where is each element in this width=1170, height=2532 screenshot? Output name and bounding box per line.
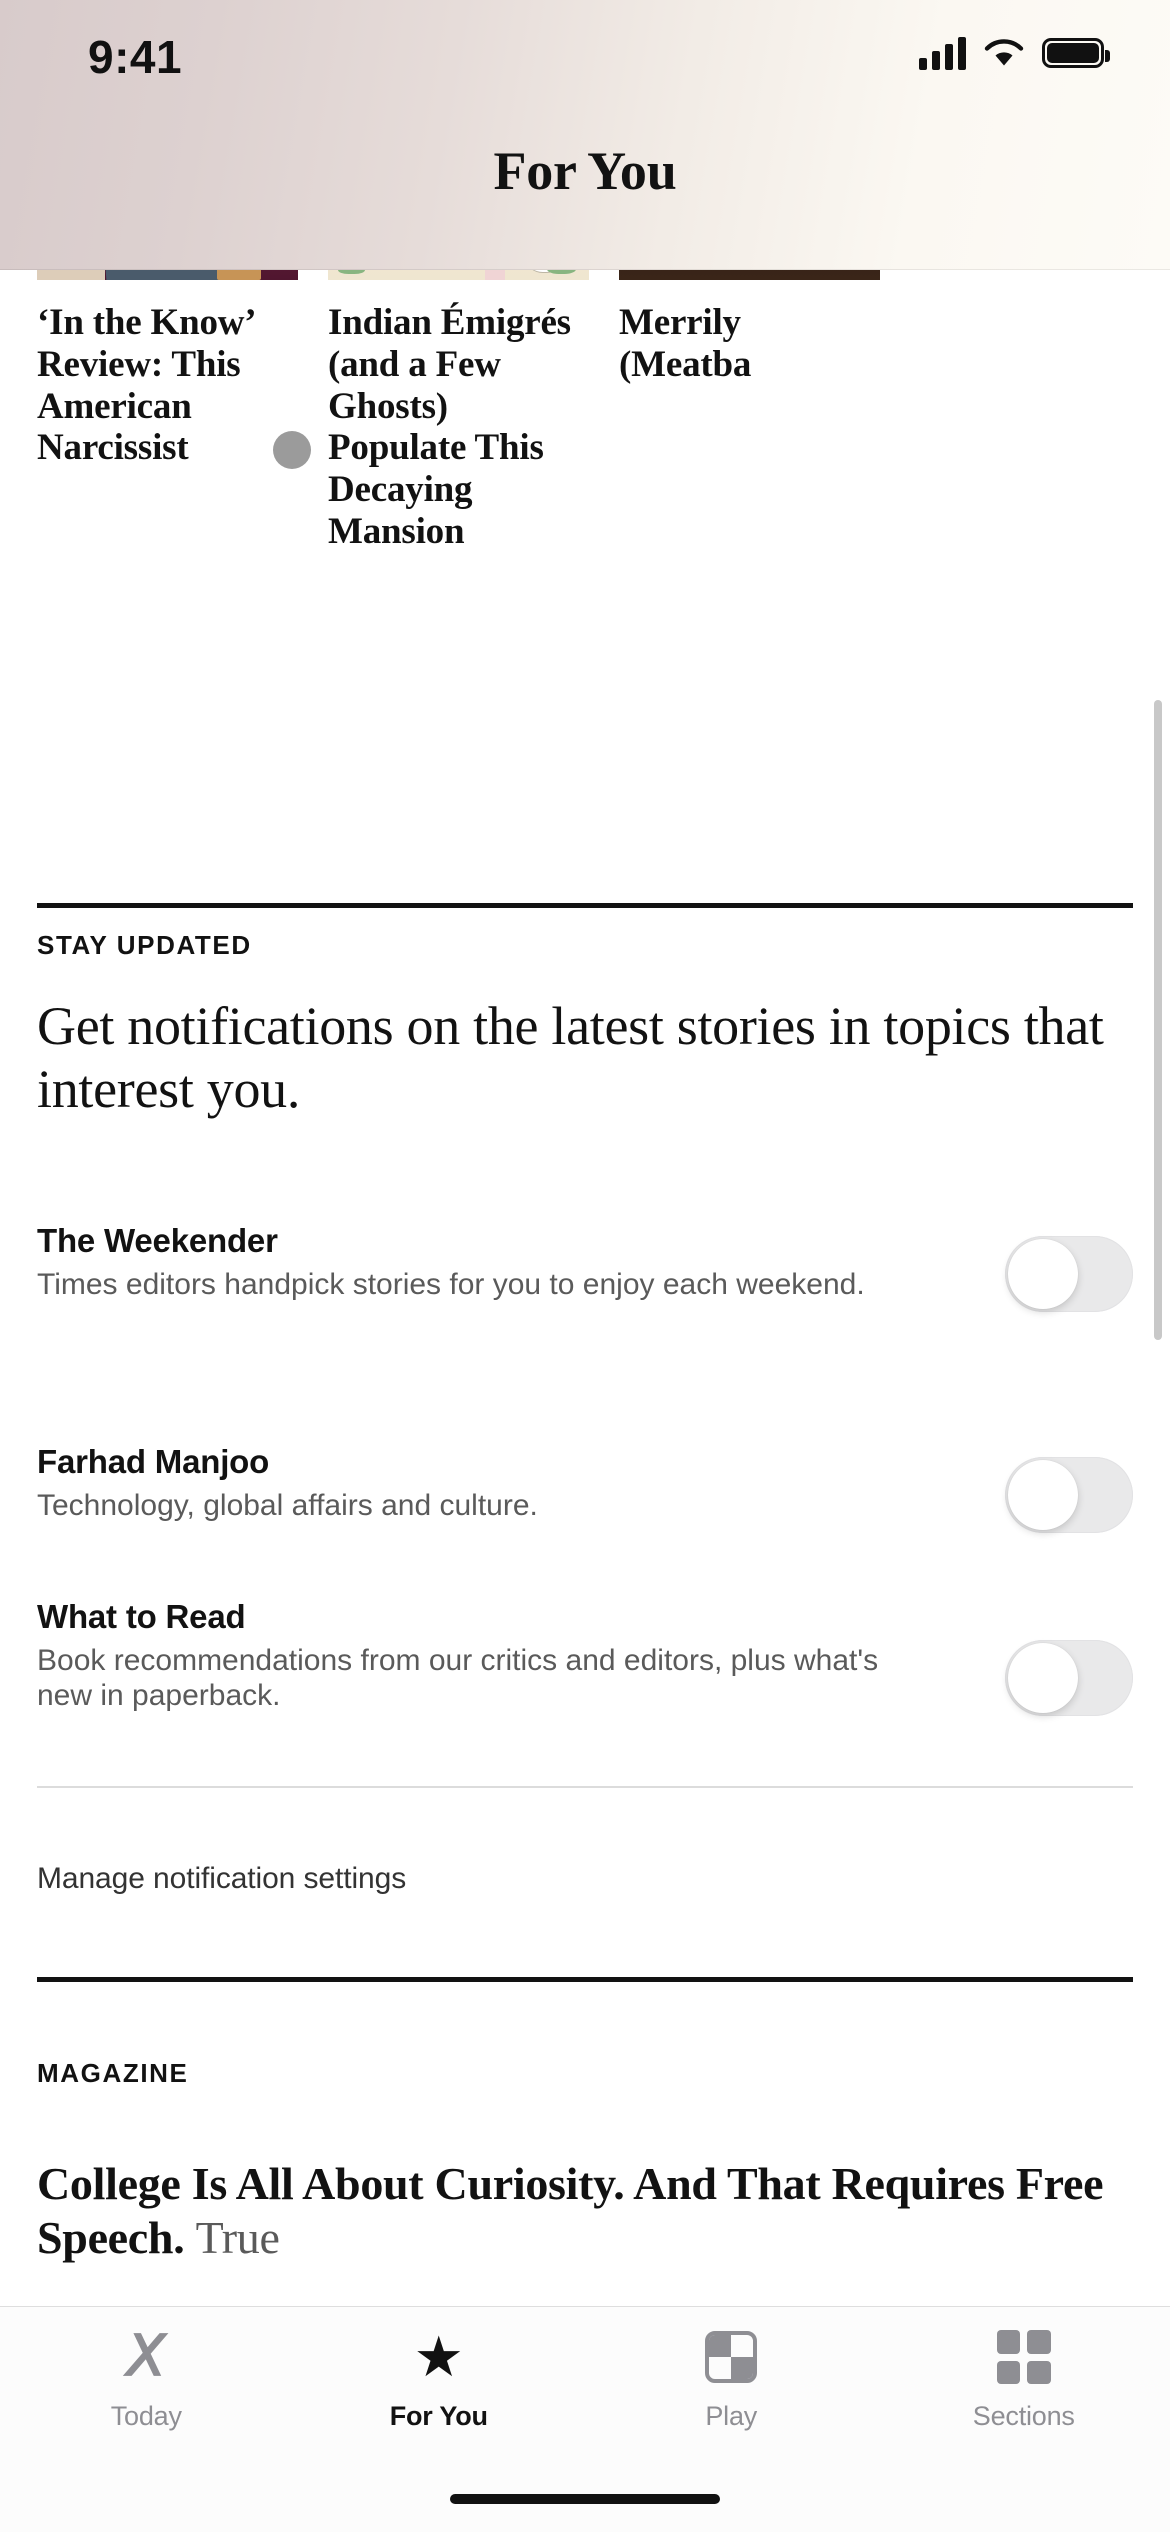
battery-icon (1042, 38, 1110, 68)
play-games-icon (705, 2327, 758, 2387)
newsletter-toggle-what-to-read[interactable] (1005, 1640, 1133, 1716)
bottom-tab-bar[interactable]: 𝘟 Today ★ For You Play Sections (0, 2306, 1170, 2532)
newsletter-row-weekender[interactable]: The Weekender Times editors handpick sto… (37, 1222, 1133, 1312)
stay-updated-headline: Get notifications on the latest stories … (37, 996, 1104, 1119)
vertical-scrollbar[interactable] (1154, 700, 1162, 1340)
story-card-title: Merrily (Meatba (619, 302, 752, 385)
tab-today[interactable]: 𝘟 Today (0, 2327, 293, 2432)
scrollable-content[interactable]: ‘In the Know’ Review: This American Narc… (0, 0, 1170, 2532)
newsletter-list-divider (37, 1786, 1133, 1788)
tab-for-you[interactable]: ★ For You (293, 2327, 586, 2432)
story-card-title: Indian Émigrés (and a Few Ghosts) Popula… (328, 302, 571, 552)
section-divider-magazine (37, 1977, 1133, 1982)
newsletter-description: Technology, global affairs and culture. (37, 1489, 538, 1522)
loading-indicator-dot (273, 431, 311, 469)
newsletter-row-what-to-read[interactable]: What to Read Book recommendations from o… (37, 1598, 1133, 1716)
newsletter-toggle-weekender[interactable] (1005, 1236, 1133, 1312)
nyt-t-logo-icon: 𝘟 (127, 2325, 166, 2388)
tab-sections[interactable]: Sections (878, 2327, 1170, 2432)
magazine-kicker: MAGAZINE (37, 2058, 189, 2088)
toggle-knob (1008, 1460, 1078, 1530)
status-bar-clock: 9:41 (88, 31, 183, 83)
stay-updated-kicker: STAY UPDATED (37, 930, 252, 960)
home-indicator (450, 2494, 720, 2504)
newsletter-row-farhad-manjoo[interactable]: Farhad Manjoo Technology, global affairs… (37, 1443, 1133, 1533)
manage-notification-settings-link[interactable]: Manage notification settings (37, 1862, 406, 1896)
grid-squares-icon (996, 2327, 1051, 2387)
tab-label-for-you: For You (389, 2401, 488, 2431)
magazine-headline[interactable]: College Is All About Curiosity. And That… (37, 2157, 1147, 2265)
page-title: For You (493, 141, 677, 201)
status-bar: 9:41 (0, 0, 1170, 110)
star-icon: ★ (413, 2324, 464, 2388)
wifi-icon (984, 39, 1024, 66)
newsletter-description: Times editors handpick stories for you t… (37, 1268, 865, 1301)
section-divider-top (37, 903, 1133, 908)
nyt-app-screen: ‘In the Know’ Review: This American Narc… (0, 0, 1170, 2532)
tab-play[interactable]: Play (585, 2327, 878, 2432)
newsletter-description: Book recommendations from our critics an… (37, 1644, 879, 1713)
signal-bars-icon (919, 36, 966, 70)
newsletter-name: What to Read (37, 1598, 246, 1635)
magazine-headline-trailing: True (195, 2211, 280, 2263)
newsletter-name: Farhad Manjoo (37, 1443, 270, 1480)
status-bar-icons (919, 36, 1110, 70)
tab-label-sections: Sections (972, 2401, 1075, 2431)
tab-label-play: Play (705, 2401, 758, 2431)
story-card-title: ‘In the Know’ Review: This American Narc… (37, 302, 254, 469)
toggle-knob (1008, 1643, 1078, 1713)
app-header: 9:41 For You (0, 0, 1170, 270)
tab-label-today: Today (110, 2401, 182, 2431)
newsletter-name: The Weekender (37, 1222, 278, 1259)
newsletter-toggle-farhad-manjoo[interactable] (1005, 1457, 1133, 1533)
toggle-knob (1008, 1239, 1078, 1309)
